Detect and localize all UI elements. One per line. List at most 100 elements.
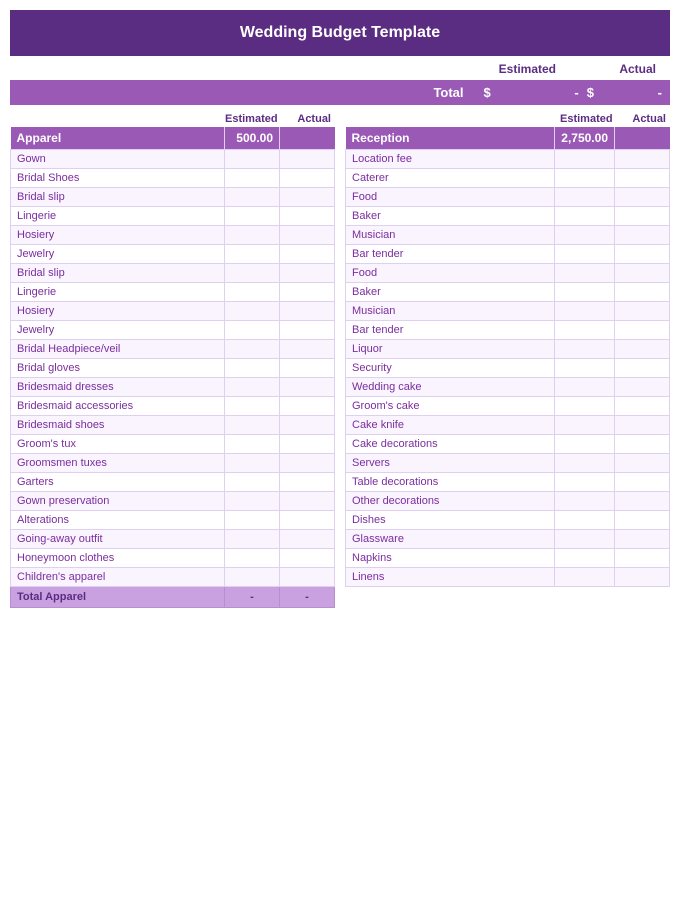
reception-category-actual xyxy=(615,127,670,150)
table-row: Garters xyxy=(11,473,335,492)
table-row: Musician xyxy=(346,226,670,245)
item-label: Gown xyxy=(11,150,225,169)
actual-cell xyxy=(615,302,670,321)
table-row: Groomsmen tuxes xyxy=(11,454,335,473)
actual-cell xyxy=(280,568,335,587)
item-label: Jewelry xyxy=(11,245,225,264)
table-row: Bridesmaid accessories xyxy=(11,397,335,416)
estimated-cell xyxy=(225,321,280,340)
table-row: Bar tender xyxy=(346,245,670,264)
actual-cell xyxy=(615,207,670,226)
item-label: Location fee xyxy=(346,150,555,169)
table-row: Lingerie xyxy=(11,283,335,302)
actual-cell xyxy=(280,549,335,568)
estimated-cell xyxy=(225,511,280,530)
table-row: Liquor xyxy=(346,340,670,359)
actual-cell xyxy=(615,435,670,454)
table-row: Going-away outfit xyxy=(11,530,335,549)
actual-cell xyxy=(615,245,670,264)
item-label: Going-away outfit xyxy=(11,530,225,549)
total-estimated-value: - xyxy=(499,85,579,100)
table-row: Bridal gloves xyxy=(11,359,335,378)
table-row: Cake knife xyxy=(346,416,670,435)
estimated-cell xyxy=(225,245,280,264)
table-row: Bridesmaid shoes xyxy=(11,416,335,435)
estimated-cell xyxy=(555,264,615,283)
item-label: Jewelry xyxy=(11,321,225,340)
table-row: Groom's tux xyxy=(11,435,335,454)
actual-cell xyxy=(280,397,335,416)
total-label: Total xyxy=(18,85,484,100)
estimated-cell xyxy=(225,416,280,435)
item-label: Food xyxy=(346,264,555,283)
reception-category-row: Reception 2,750.00 xyxy=(346,127,670,150)
reception-category-value: 2,750.00 xyxy=(555,127,615,150)
estimated-cell xyxy=(225,549,280,568)
table-row: Children's apparel xyxy=(11,568,335,587)
estimated-cell xyxy=(225,188,280,207)
table-row: Napkins xyxy=(346,549,670,568)
table-row: Other decorations xyxy=(346,492,670,511)
actual-cell xyxy=(615,169,670,188)
total-value: $ - $ - xyxy=(484,85,662,100)
item-label: Groom's cake xyxy=(346,397,555,416)
page-container: Wedding Budget Template Estimated Actual… xyxy=(0,0,680,618)
table-row: Lingerie xyxy=(11,207,335,226)
estimated-cell xyxy=(555,283,615,302)
actual-cell xyxy=(615,492,670,511)
grand-total-row: Total $ - $ - xyxy=(10,80,670,105)
apparel-table: Apparel 500.00 Gown Bridal Shoes Bridal … xyxy=(10,127,335,608)
estimated-cell xyxy=(225,207,280,226)
actual-cell xyxy=(615,530,670,549)
estimated-cell xyxy=(225,359,280,378)
left-col-headers: Estimated Actual xyxy=(10,113,335,125)
estimated-cell xyxy=(555,150,615,169)
estimated-cell xyxy=(555,378,615,397)
item-label: Wedding cake xyxy=(346,378,555,397)
apparel-total-actual: - xyxy=(280,587,335,608)
actual-cell xyxy=(615,226,670,245)
item-label: Gown preservation xyxy=(11,492,225,511)
estimated-cell xyxy=(555,321,615,340)
table-row: Bridal slip xyxy=(11,188,335,207)
estimated-cell xyxy=(225,283,280,302)
reception-category-label: Reception xyxy=(346,127,555,150)
item-label: Glassware xyxy=(346,530,555,549)
estimated-cell xyxy=(225,568,280,587)
reception-section: Estimated Actual Reception 2,750.00 Loca… xyxy=(345,113,670,608)
table-row: Cake decorations xyxy=(346,435,670,454)
actual-cell xyxy=(615,264,670,283)
item-label: Bridesmaid accessories xyxy=(11,397,225,416)
table-row: Jewelry xyxy=(11,321,335,340)
item-label: Musician xyxy=(346,302,555,321)
estimated-cell xyxy=(555,454,615,473)
item-label: Lingerie xyxy=(11,207,225,226)
actual-cell xyxy=(615,473,670,492)
summary-labels: Estimated Actual xyxy=(496,62,666,76)
item-label: Hosiery xyxy=(11,226,225,245)
estimated-cell xyxy=(225,169,280,188)
table-row: Food xyxy=(346,188,670,207)
actual-cell xyxy=(280,245,335,264)
table-row: Caterer xyxy=(346,169,670,188)
estimated-cell xyxy=(555,435,615,454)
estimated-cell xyxy=(555,207,615,226)
right-estimated-col-header: Estimated xyxy=(560,113,615,125)
item-label: Bridesmaid dresses xyxy=(11,378,225,397)
estimated-cell xyxy=(225,340,280,359)
table-row: Dishes xyxy=(346,511,670,530)
left-actual-col-header: Actual xyxy=(280,113,335,125)
item-label: Alterations xyxy=(11,511,225,530)
item-label: Cake decorations xyxy=(346,435,555,454)
actual-cell xyxy=(280,359,335,378)
table-row: Hosiery xyxy=(11,226,335,245)
summary-section: Estimated Actual xyxy=(10,62,670,76)
item-label: Baker xyxy=(346,207,555,226)
tables-container: Estimated Actual Apparel 500.00 Gown Bri… xyxy=(10,113,670,608)
actual-cell xyxy=(615,549,670,568)
item-label: Other decorations xyxy=(346,492,555,511)
estimated-cell xyxy=(555,568,615,587)
estimated-cell xyxy=(225,264,280,283)
table-row: Gown xyxy=(11,150,335,169)
estimated-cell xyxy=(555,397,615,416)
